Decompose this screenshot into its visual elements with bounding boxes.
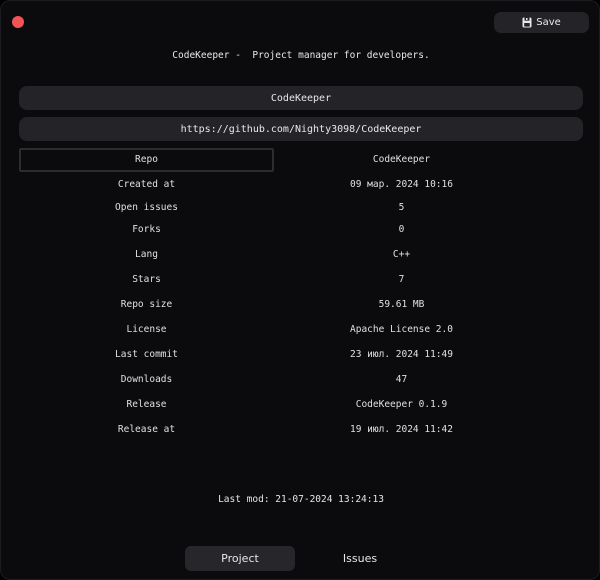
row-label: License [126,324,167,335]
row-value: 47 [395,374,408,385]
row-label: Last commit [115,349,178,360]
tab-project[interactable]: Project [185,546,295,571]
table-row: Repo size 59.61 MB [1,299,599,313]
project-name-field[interactable]: CodeKeeper [19,86,583,110]
tab-issues[interactable]: Issues [305,546,415,571]
row-value: Apache License 2.0 [350,324,453,335]
tab-issues-label: Issues [342,552,378,565]
table-row: Created at 09 мар. 2024 10:16 [1,179,599,193]
row-value: CodeKeeper 0.1.9 [355,399,448,410]
table-row: License Apache License 2.0 [1,324,599,338]
row-value: 19 июл. 2024 11:42 [350,424,453,435]
row-value: 59.61 MB [378,299,425,310]
save-button[interactable]: Save [494,12,589,33]
row-label: Downloads [120,374,173,385]
row-label: Lang [135,249,158,260]
project-url-field[interactable]: https://github.com/Nighty3098/CodeKeeper [19,117,583,141]
project-name-text: CodeKeeper [270,92,332,104]
row-label: Repo [135,154,158,165]
row-value: C++ [392,249,411,260]
save-icon [522,17,532,28]
table-row: Repo CodeKeeper [1,154,599,168]
row-value: CodeKeeper [372,154,431,165]
row-label: Forks [132,224,161,235]
last-modified-text: Last mod: 21-07-2024 13:24:13 [218,494,384,505]
app-window: Save CodeKeeper - Project manager for de… [0,0,600,580]
row-value: 09 мар. 2024 10:16 [350,179,453,190]
tab-project-label: Project [221,552,259,565]
table-row: Release CodeKeeper 0.1.9 [1,399,599,413]
row-label: Release [126,399,167,410]
table-row: Release at 19 июл. 2024 11:42 [1,424,599,438]
table-row: Lang C++ [1,249,599,263]
project-url-text: https://github.com/Nighty3098/CodeKeeper [180,123,422,135]
table-row: Last commit 23 июл. 2024 11:49 [1,349,599,363]
app-title: CodeKeeper - Project manager for develop… [172,50,430,61]
save-label: Save [536,17,561,28]
row-label: Stars [132,274,161,285]
row-value: 23 июл. 2024 11:49 [350,349,453,360]
row-value: 5 [398,202,405,213]
row-label: Created at [117,179,176,190]
row-value: 7 [398,274,405,285]
table-row: Stars 7 [1,274,599,288]
close-icon[interactable] [12,16,24,28]
row-label: Release at [117,424,176,435]
table-row: Forks 0 [1,224,599,238]
table-row: Open issues 5 [1,202,599,216]
row-label: Open issues [115,202,178,213]
row-label: Repo size [120,299,173,310]
row-value: 0 [398,224,405,235]
table-row: Downloads 47 [1,374,599,388]
